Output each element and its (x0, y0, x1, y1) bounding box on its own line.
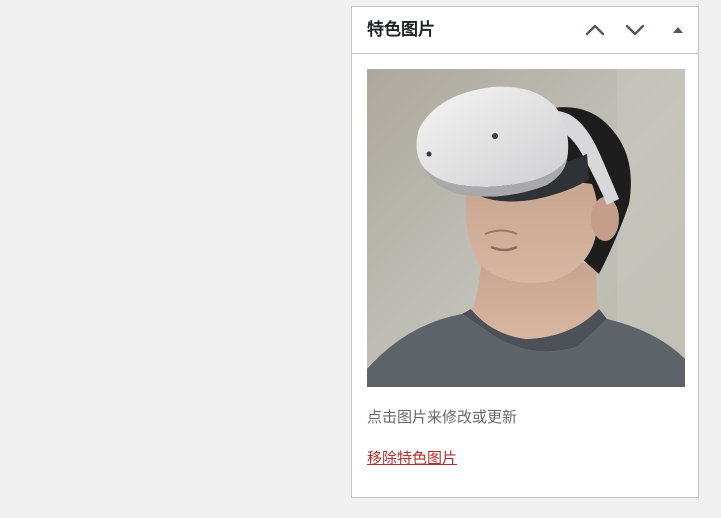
triangle-up-icon (673, 27, 683, 33)
remove-featured-image-link[interactable]: 移除特色图片 (367, 447, 457, 469)
featured-image-howto: 点击图片来修改或更新 (367, 408, 518, 426)
chevron-up-icon (585, 24, 605, 36)
metabox-content: 点击图片来修改或更新 移除特色图片 (367, 69, 685, 469)
metabox-header: 特色图片 (352, 7, 698, 54)
chevron-down-icon (625, 24, 645, 36)
featured-image-thumbnail[interactable] (367, 69, 685, 387)
move-up-button[interactable] (581, 16, 609, 44)
featured-image-metabox: 特色图片 点击图片来修改或更新 移除特色图片 (351, 6, 699, 498)
metabox-title: 特色图片 (367, 20, 435, 40)
toggle-panel-button[interactable] (664, 16, 692, 44)
move-down-button[interactable] (621, 16, 649, 44)
